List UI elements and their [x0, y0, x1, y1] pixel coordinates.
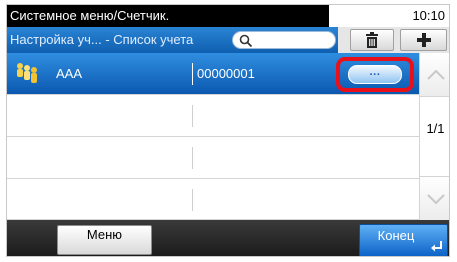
- column-divider: [192, 63, 193, 85]
- clock: 10:10: [412, 8, 445, 23]
- search-icon: [239, 34, 253, 48]
- title-bar: Системное меню/Счетчик. 10:10: [7, 5, 449, 27]
- list-item-empty: [7, 179, 419, 220]
- menu-button[interactable]: Меню: [57, 225, 152, 255]
- scroll-bar: 1/1: [419, 53, 449, 220]
- list-item-empty: [7, 95, 419, 137]
- end-button[interactable]: Конец: [359, 224, 448, 256]
- search-input[interactable]: [232, 31, 336, 49]
- scroll-down-button[interactable]: [420, 176, 449, 220]
- list-item-empty: [7, 137, 419, 179]
- column-divider: [192, 189, 193, 211]
- add-icon: [416, 33, 431, 47]
- add-button[interactable]: [400, 29, 447, 51]
- footer-bar: Меню Конец: [7, 220, 449, 256]
- scroll-up-icon: [426, 69, 445, 80]
- enter-icon: [431, 241, 442, 252]
- end-button-label: Конец: [377, 228, 415, 243]
- column-divider: [192, 147, 193, 169]
- account-number: 00000001: [197, 66, 255, 81]
- delete-button[interactable]: [350, 29, 394, 51]
- scroll-up-button[interactable]: [420, 53, 449, 97]
- page-indicator: 1/1: [426, 121, 445, 136]
- trash-icon: [366, 32, 378, 48]
- scroll-down-icon: [426, 193, 445, 204]
- column-divider: [192, 105, 193, 127]
- detail-button[interactable]: ···: [348, 65, 402, 84]
- account-group-icon: [17, 63, 37, 83]
- list-header: Настройка уч... - Список учета: [7, 27, 449, 53]
- list-item-account-aaa[interactable]: AAA 00000001 ···: [7, 53, 419, 95]
- page-title: Системное меню/Счетчик.: [7, 5, 329, 27]
- account-name: AAA: [56, 66, 83, 81]
- screen: Системное меню/Счетчик. 10:10 Настройка …: [6, 4, 450, 257]
